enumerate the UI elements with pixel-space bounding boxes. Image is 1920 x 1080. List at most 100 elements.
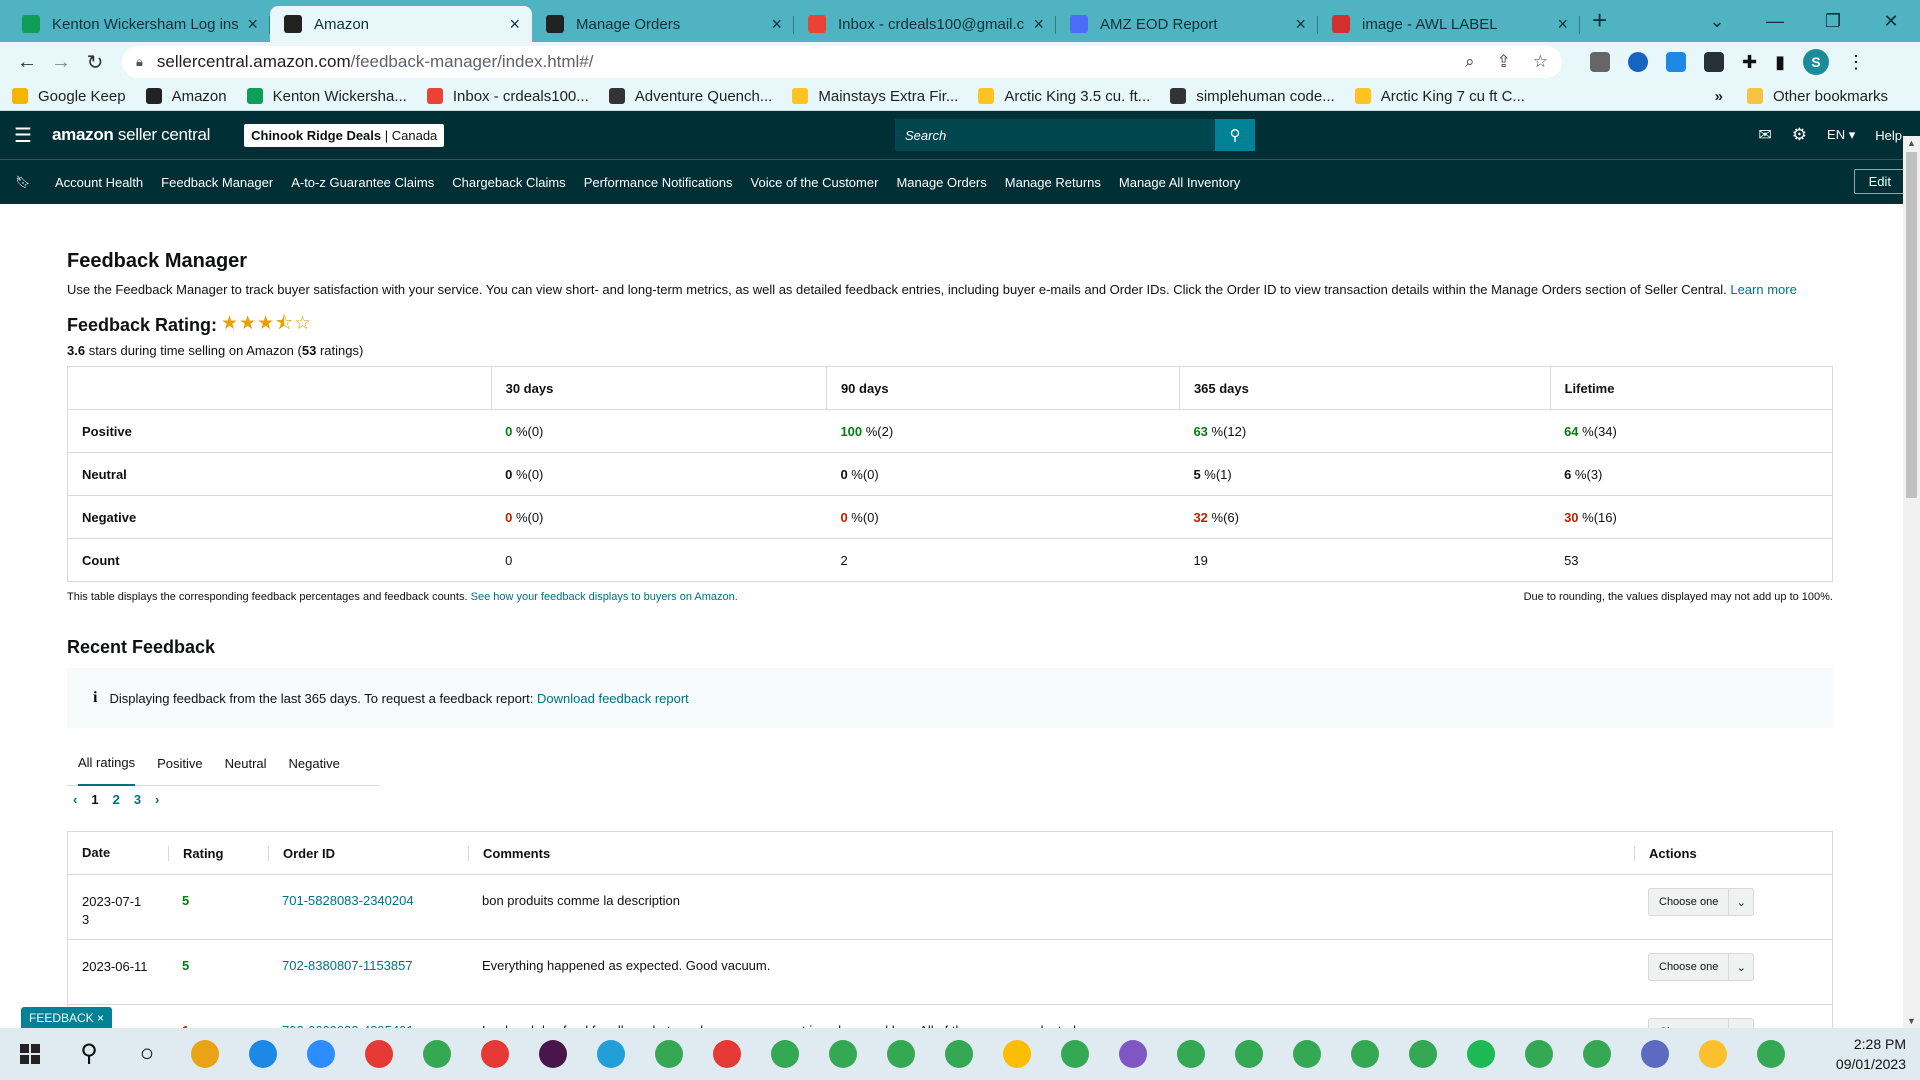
taskbar-app-icon[interactable] [945,1040,973,1068]
scrollbar-thumb[interactable] [1906,152,1917,498]
system-clock[interactable]: 2:28 PM 09/01/2023 [1836,1034,1906,1074]
seller-central-logo[interactable]: amazon seller central [52,125,210,145]
browser-tab[interactable]: Manage Orders × [532,6,794,42]
taskbar-app-icon[interactable] [1525,1040,1553,1068]
taskbar-app-icon[interactable] [539,1040,567,1068]
taskbar-app-icon[interactable] [481,1040,509,1068]
store-selector[interactable]: Chinook Ridge Deals | Canada [244,123,445,147]
taskbar-app-icon[interactable] [887,1040,915,1068]
nav-link[interactable]: Manage Orders [896,175,986,190]
bookmark-item[interactable]: Amazon [145,88,227,105]
bookmark-item[interactable]: Arctic King 7 cu ft C... [1354,88,1525,105]
close-tab-icon[interactable]: × [771,14,782,35]
bookmark-item[interactable]: Arctic King 3.5 cu. ft... [978,88,1150,105]
col-date[interactable]: Date [68,844,168,862]
page-number[interactable]: 3 [134,792,141,807]
taskbar-app-icon[interactable] [1235,1040,1263,1068]
scroll-up-arrow-icon[interactable]: ▲ [1903,138,1920,148]
new-tab-button[interactable]: + [1592,5,1607,36]
nav-link[interactable]: Voice of the Customer [751,175,879,190]
language-selector[interactable]: EN ▾ [1827,127,1855,143]
taskbar-app-icon[interactable] [191,1040,219,1068]
extension-off-icon[interactable] [1590,52,1610,72]
taskbar-app-icon[interactable] [1583,1040,1611,1068]
nav-link[interactable]: Account Health [55,175,143,190]
extensions-puzzle-icon[interactable]: ✚ [1742,52,1757,73]
taskbar-app-icon[interactable] [713,1040,741,1068]
help-link[interactable]: Help [1875,128,1902,143]
browser-tab[interactable]: AMZ EOD Report × [1056,6,1318,42]
back-button[interactable]: ← [10,51,44,74]
download-report-link[interactable]: Download feedback report [537,691,689,706]
chrome-menu-icon[interactable]: ⋮ [1847,52,1865,73]
taskbar-app-icon[interactable] [1467,1040,1495,1068]
prev-page-icon[interactable]: ‹ [73,792,77,807]
tab-search-icon[interactable]: ⌄ [1688,11,1746,32]
learn-more-link[interactable]: Learn more [1730,282,1796,297]
edit-nav-button[interactable]: Edit [1853,169,1906,194]
nav-link[interactable]: A-to-z Guarantee Claims [291,175,434,190]
nav-bookmark-icon[interactable]: 🔖︎ [0,175,46,189]
settings-gear-icon[interactable]: ⚙ [1792,125,1807,145]
feedback-widget-button[interactable]: FEEDBACK × [21,1007,113,1029]
close-tab-icon[interactable]: × [1295,14,1306,35]
scroll-down-arrow-icon[interactable]: ▼ [1903,1016,1920,1026]
order-id-link[interactable]: 701-5828083-2340204 [268,893,468,908]
filter-tab[interactable]: Negative [289,742,340,786]
col-rating[interactable]: Rating [168,845,268,861]
taskbar-app-icon[interactable] [1119,1040,1147,1068]
next-page-icon[interactable]: › [155,792,159,807]
search-icon[interactable]: ⚲ [1215,119,1255,151]
taskbar-app-icon[interactable] [423,1040,451,1068]
nav-link[interactable]: Manage Returns [1005,175,1101,190]
taskbar-app-icon[interactable] [1757,1040,1785,1068]
nav-link[interactable]: Manage All Inventory [1119,175,1240,190]
task-view-icon[interactable]: ○ [133,1040,161,1068]
page-number[interactable]: 2 [113,792,120,807]
extension-link-icon[interactable] [1666,52,1686,72]
omnibox[interactable]: 🔒︎ sellercentral.amazon.com/feedback-man… [122,46,1562,78]
taskbar-app-icon[interactable] [1061,1040,1089,1068]
col-order-id[interactable]: Order ID [268,845,468,861]
restore-button[interactable]: ❐ [1804,11,1862,32]
search-input[interactable] [895,119,1215,151]
taskbar-app-icon[interactable] [365,1040,393,1068]
taskbar-app-icon[interactable] [829,1040,857,1068]
browser-tab[interactable]: Kenton Wickersham Log ins × [8,6,270,42]
actions-dropdown[interactable]: Choose one ⌄ [1648,953,1755,981]
windows-start-icon[interactable] [0,1044,60,1064]
bookmark-item[interactable]: Adventure Quench... [608,88,772,105]
other-bookmarks[interactable]: Other bookmarks [1773,88,1888,105]
taskbar-app-icon[interactable] [1409,1040,1437,1068]
filter-tab[interactable]: Positive [157,742,203,786]
filter-tab[interactable]: All ratings [78,742,136,786]
close-tab-icon[interactable]: × [509,14,520,35]
taskbar-app-icon[interactable] [1641,1040,1669,1068]
side-panel-icon[interactable]: ▮ [1775,52,1785,73]
actions-dropdown[interactable]: Choose one ⌄ [1648,888,1755,916]
taskbar-app-icon[interactable] [597,1040,625,1068]
taskbar-app-icon[interactable] [307,1040,335,1068]
hamburger-menu-icon[interactable]: ☰ [0,123,46,148]
browser-tab[interactable]: Amazon × [270,6,532,42]
close-tab-icon[interactable]: × [247,14,258,35]
lock-icon[interactable]: 🔒︎ [136,54,143,70]
taskbar-search-icon[interactable]: ⚲ [75,1040,103,1068]
extension-blue-icon[interactable] [1628,52,1648,72]
bookmark-item[interactable]: Google Keep [12,88,126,105]
bookmark-item[interactable]: Kenton Wickersha... [246,88,407,105]
forward-button[interactable]: → [44,51,78,74]
more-bookmarks-button[interactable]: » [1715,88,1723,105]
taskbar-app-icon[interactable] [1293,1040,1321,1068]
zoom-icon[interactable]: ⌕ [1465,52,1475,72]
bookmark-star-icon[interactable]: ☆ [1533,52,1548,72]
browser-tab[interactable]: image - AWL LABEL × [1318,6,1580,42]
browser-tab[interactable]: Inbox - crdeals100@gmail.c × [794,6,1056,42]
taskbar-app-icon[interactable] [1177,1040,1205,1068]
bookmark-item[interactable]: Mainstays Extra Fir... [792,88,958,105]
bookmark-item[interactable]: simplehuman code... [1170,88,1335,105]
close-window-button[interactable]: ✕ [1862,11,1920,32]
taskbar-app-icon[interactable] [249,1040,277,1068]
nav-link[interactable]: Performance Notifications [584,175,733,190]
reload-button[interactable]: ↻ [78,50,112,75]
